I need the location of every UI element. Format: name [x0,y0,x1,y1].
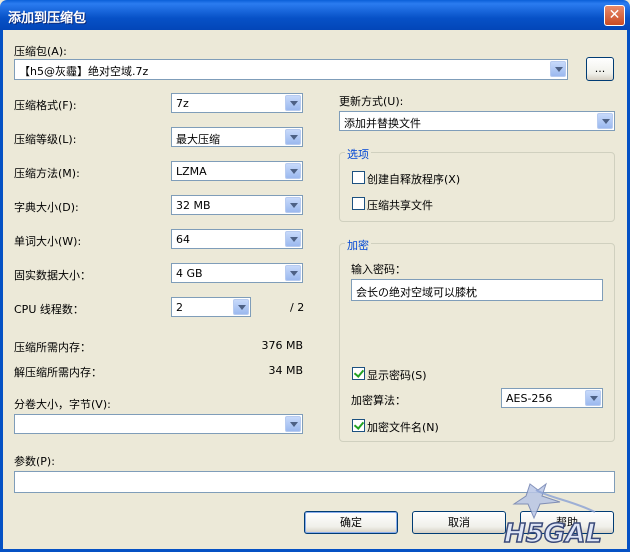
encryption-method-label: 加密算法： [351,394,406,407]
decompress-memory-value: 34 MB [268,364,303,377]
chevron-down-icon[interactable] [285,416,301,432]
solid-size-value: 4 GB [176,267,203,280]
format-value: 7z [176,97,189,110]
ok-button[interactable]: 确定 [304,511,398,534]
title-bar[interactable]: 添加到压缩包 ✕ [0,0,630,30]
archive-combo[interactable]: 【h5@灰霾】绝对空域.7z [14,59,568,80]
show-password-label[interactable]: 显示密码(S) [367,367,427,383]
format-combo[interactable]: 7z [171,93,303,113]
chevron-down-icon[interactable] [285,163,301,179]
dictionary-combo[interactable]: 32 MB [171,195,303,215]
dictionary-value: 32 MB [176,199,211,212]
update-mode-label: 更新方式(U): [339,95,404,108]
cpu-threads-combo[interactable]: 2 [171,297,251,317]
chevron-down-icon[interactable] [285,129,301,145]
window-title: 添加到压缩包 [8,11,87,26]
cpu-threads-value: 2 [176,301,183,314]
password-input[interactable]: 会长の绝对空域可以膝枕 [351,279,603,301]
shared-files-checkbox[interactable] [352,197,365,210]
level-value: 最大压缩 [176,133,220,146]
cpu-threads-total: / 2 [290,301,305,314]
method-label: 压缩方法(M): [14,167,80,180]
update-mode-value: 添加并替换文件 [344,117,421,130]
browse-button[interactable]: ... [586,57,614,81]
params-label: 参数(P): [14,455,55,468]
chevron-down-icon[interactable] [585,390,601,406]
chevron-down-icon[interactable] [285,95,301,111]
method-value: LZMA [176,165,207,178]
update-mode-combo[interactable]: 添加并替换文件 [339,111,615,131]
encrypt-names-label[interactable]: 加密文件名(N) [367,419,439,435]
format-label: 压缩格式(F): [14,99,77,112]
encrypt-names-checkbox[interactable] [352,419,365,432]
close-icon: ✕ [608,7,621,23]
word-size-combo[interactable]: 64 [171,229,303,249]
sfx-checkbox[interactable] [352,171,365,184]
solid-size-combo[interactable]: 4 GB [171,263,303,283]
encryption-method-combo[interactable]: AES-256 [501,388,603,408]
cancel-button[interactable]: 取消 [412,511,506,534]
decompress-memory-label: 解压缩所需内存： [14,366,102,379]
level-label: 压缩等级(L): [14,133,77,146]
encryption-method-value: AES-256 [506,392,553,405]
chevron-down-icon[interactable] [285,265,301,281]
compress-memory-label: 压缩所需内存： [14,341,91,354]
word-size-value: 64 [176,233,190,246]
compress-memory-value: 376 MB [261,339,303,352]
chevron-down-icon[interactable] [597,113,613,129]
level-combo[interactable]: 最大压缩 [171,127,303,147]
volume-combo[interactable] [14,414,303,434]
chevron-down-icon[interactable] [550,61,566,77]
word-size-label: 单词大小(W): [14,235,82,248]
options-group-title: 选项 [345,146,371,162]
cpu-threads-label: CPU 线程数： [14,303,84,316]
show-password-checkbox[interactable] [352,367,365,380]
password-label: 输入密码： [351,263,406,276]
archive-value: 【h5@灰霾】绝对空域.7z [19,65,149,78]
close-button[interactable]: ✕ [604,5,625,26]
chevron-down-icon[interactable] [285,197,301,213]
chevron-down-icon[interactable] [285,231,301,247]
watermark-text: H5GAL [504,519,602,548]
solid-size-label: 固实数据大小： [14,269,91,282]
dictionary-label: 字典大小(D): [14,201,79,214]
method-combo[interactable]: LZMA [171,161,303,181]
sfx-label[interactable]: 创建自释放程序(X) [367,171,460,187]
shared-files-label[interactable]: 压缩共享文件 [367,197,433,213]
watermark-logo: H5GAL [503,482,603,548]
chevron-down-icon[interactable] [233,299,249,315]
volume-label: 分卷大小，字节(V): [14,398,111,411]
encryption-group-title: 加密 [345,237,371,253]
password-value: 会长の绝对空域可以膝枕 [356,286,477,299]
archive-label: 压缩包(A): [14,45,67,58]
